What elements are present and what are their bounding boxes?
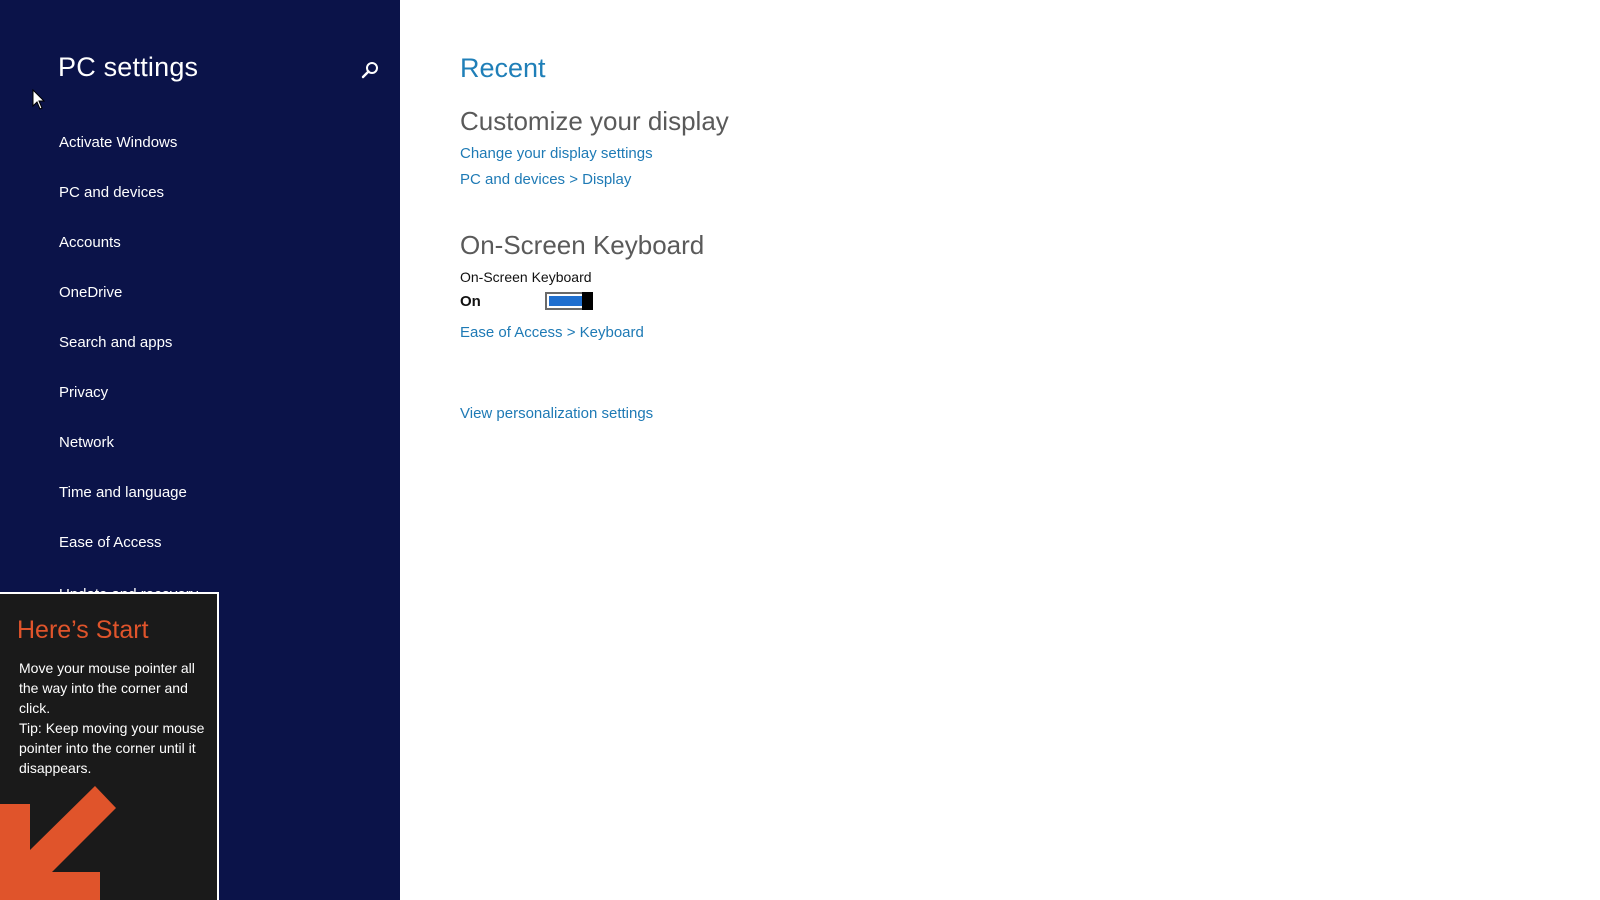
pc-and-devices-display-link[interactable]: PC and devices > Display	[460, 171, 631, 188]
arrow-down-left-icon	[0, 786, 116, 900]
mouse-pointer-icon	[32, 89, 46, 110]
nav-item-ease-of-access[interactable]: Ease of Access	[0, 530, 400, 580]
tip-body: Move your mouse pointer all the way into…	[19, 658, 209, 778]
on-screen-keyboard-label: On-Screen Keyboard	[460, 269, 592, 285]
nav-item-pc-and-devices[interactable]: PC and devices	[0, 180, 400, 230]
nav-item-activate-windows[interactable]: Activate Windows	[0, 130, 400, 180]
toggle-state-label: On	[460, 293, 481, 310]
tip-instruction: Move your mouse pointer all the way into…	[19, 660, 195, 716]
nav-item-search-and-apps[interactable]: Search and apps	[0, 330, 400, 380]
toggle-fill	[549, 296, 583, 306]
view-personalization-settings-link[interactable]: View personalization settings	[460, 405, 653, 422]
nav-item-privacy[interactable]: Privacy	[0, 380, 400, 430]
toggle-thumb[interactable]	[582, 292, 593, 310]
nav-item-accounts[interactable]: Accounts	[0, 230, 400, 280]
nav-item-time-and-language[interactable]: Time and language	[0, 480, 400, 530]
search-icon[interactable]	[358, 58, 382, 82]
recent-heading: Recent	[460, 53, 546, 83]
tip-title: Here’s Start	[17, 616, 149, 644]
nav-item-network[interactable]: Network	[0, 430, 400, 480]
tip-hint: Tip: Keep moving your mouse pointer into…	[19, 720, 205, 776]
pc-settings-title: PC settings	[58, 52, 199, 82]
ease-of-access-keyboard-link[interactable]: Ease of Access > Keyboard	[460, 324, 644, 341]
keyboard-section-heading: On-Screen Keyboard	[460, 230, 705, 260]
nav-item-onedrive[interactable]: OneDrive	[0, 280, 400, 330]
display-section-heading: Customize your display	[460, 106, 729, 136]
nav-item-update-and-recovery[interactable]: Update and recovery	[59, 582, 198, 592]
on-screen-keyboard-toggle[interactable]	[545, 292, 593, 310]
heres-start-tip[interactable]: Here’s Start Move your mouse pointer all…	[0, 592, 219, 900]
change-display-settings-link[interactable]: Change your display settings	[460, 145, 653, 162]
settings-category-list: Activate Windows PC and devices Accounts…	[0, 130, 400, 580]
